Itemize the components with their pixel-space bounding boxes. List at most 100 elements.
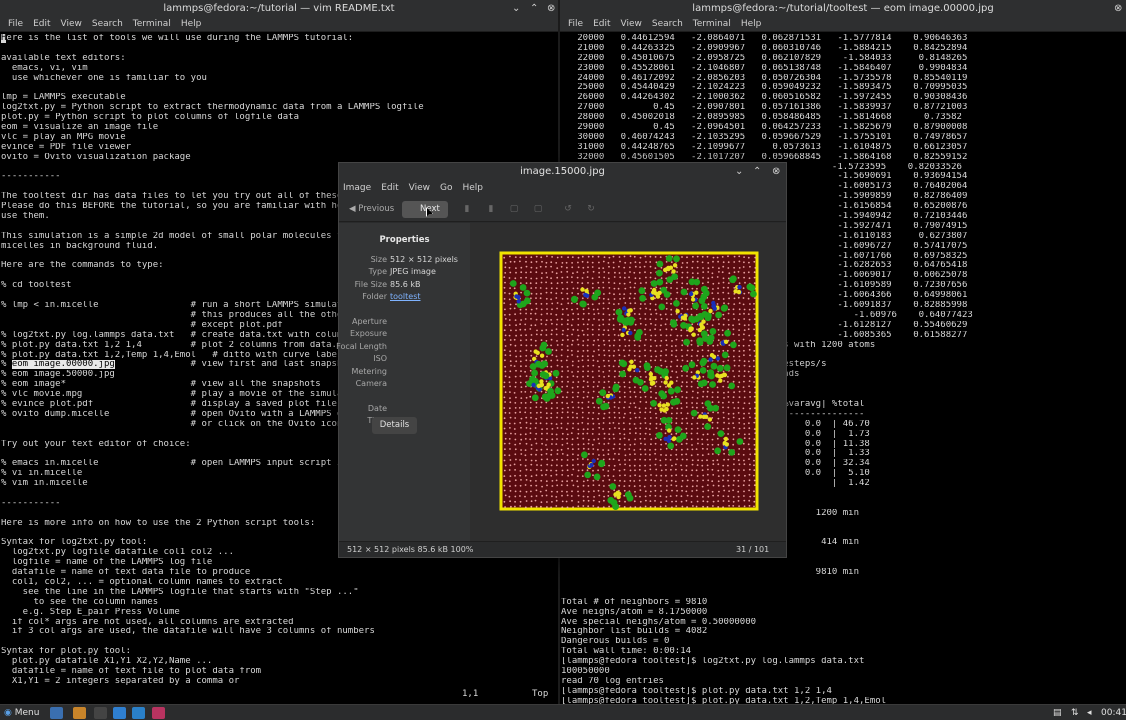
network-icon[interactable]: ⇅ <box>1071 707 1079 719</box>
right_terminal-menu-search[interactable]: Search <box>652 19 683 29</box>
vim-scroll-position: Top <box>532 689 549 699</box>
right-terminal-menubar: File Edit View Search Terminal Help <box>560 17 1126 32</box>
terminal-line: 26000 0.44264302 -2.1000362 0.060516582 … <box>561 93 968 103</box>
property-row: Metering <box>339 367 470 379</box>
eom-toolbar: ◀ Previous Next ▮ ▮ ▢ ▢ ↺ ↻ <box>339 196 786 222</box>
property-value: 85.6 kB <box>390 279 421 289</box>
next-button[interactable]: Next <box>402 201 448 218</box>
selected-text[interactable]: eom image.00000.jpg <box>11 360 115 370</box>
first-image-icon[interactable]: ▮ <box>461 203 473 215</box>
eom-menu-edit[interactable]: Edit <box>381 183 398 193</box>
terminal-line: 27000 0.45 -2.0907801 0.057161386 -1.583… <box>561 103 968 113</box>
vim-line: datafile = name of text data file to pro… <box>1 568 251 578</box>
eom-titlebar[interactable]: image.15000.jpg ⌄ ⌃ ⊗ <box>339 163 786 181</box>
terminal-line: [lammps@fedora tooltest]$ plot.py data.t… <box>561 686 832 696</box>
right_terminal-menu-terminal[interactable]: Terminal <box>693 19 731 29</box>
close-icon[interactable]: ⊗ <box>1114 0 1122 17</box>
show-desktop-icon[interactable] <box>50 707 63 719</box>
eom-menu-view[interactable]: View <box>409 183 430 193</box>
left-terminal-menubar: File Edit View Search Terminal Help <box>0 17 558 32</box>
previous-button[interactable]: ◀ Previous <box>349 201 394 218</box>
image-viewer-app-icon[interactable] <box>152 707 165 719</box>
file-manager-icon[interactable] <box>113 707 126 719</box>
terminal-line: Ave special neighs/atom = 0.50000000 <box>561 617 757 627</box>
menu-button[interactable]: ◉ Menu <box>4 707 39 719</box>
printer-icon[interactable]: ▤ <box>1053 707 1062 719</box>
folder-link[interactable]: tooltest <box>390 292 421 301</box>
property-key: Exposure <box>349 329 387 339</box>
minimize-icon[interactable]: ⌄ <box>512 0 520 17</box>
vim-line: eom = visualize an image file <box>1 123 159 133</box>
eom-menu-image[interactable]: Image <box>343 183 371 193</box>
close-icon[interactable]: ⊗ <box>772 163 780 181</box>
terminal-line: 22000 0.45010675 -2.0958725 0.062107829 … <box>561 53 968 63</box>
image-view[interactable] <box>470 223 786 543</box>
rotate-right-icon[interactable]: ↻ <box>585 203 597 215</box>
left_terminal-menu-terminal[interactable]: Terminal <box>133 19 171 29</box>
terminal-line: Neighbor list builds = 4082 <box>561 627 708 637</box>
volume-icon[interactable]: ◂ <box>1087 707 1092 719</box>
micelle-simulation-image <box>499 251 759 511</box>
right_terminal-menu-edit[interactable]: Edit <box>593 19 610 29</box>
eom-menu-help[interactable]: Help <box>462 183 483 193</box>
zoom-fit-icon[interactable]: ▢ <box>508 203 520 215</box>
property-row <box>339 305 470 317</box>
vim-line: log2txt.py = Python script to extract th… <box>1 103 424 113</box>
property-row: Size 512 × 512 pixels <box>339 255 470 267</box>
files-app-icon[interactable] <box>73 707 86 719</box>
vim-cursor: H <box>1 34 7 43</box>
property-row: Date <box>339 404 470 416</box>
terminal-line: 23000 0.45528061 -2.1046807 0.065138748 … <box>561 63 968 73</box>
right_terminal-menu-help[interactable]: Help <box>741 19 762 29</box>
left_terminal-menu-help[interactable]: Help <box>181 19 202 29</box>
vim-line: emacs, vi, vim <box>1 63 88 73</box>
terminal-line: 20000 0.44612594 -2.0864071 0.062871531 … <box>561 34 968 43</box>
property-key: Metering <box>351 366 387 376</box>
vscode-app-icon[interactable] <box>132 707 145 719</box>
left_terminal-menu-view[interactable]: View <box>61 19 82 29</box>
right_terminal-menu-file[interactable]: File <box>568 19 583 29</box>
terminal-line: 30000 0.46074243 -2.1035295 0.059667529 … <box>561 132 968 142</box>
vim-line: X1,Y1 = 2 integers separated by a comma … <box>1 676 240 686</box>
property-row: Focal Length <box>336 342 470 354</box>
eom-menu-go[interactable]: Go <box>440 183 452 193</box>
vim-line: logfile = name of the LAMMPS log file <box>1 558 213 568</box>
close-icon[interactable]: ⊗ <box>547 0 555 17</box>
right-terminal-titlebar[interactable]: lammps@fedora:~/tutorial/tooltest — eom … <box>560 0 1126 17</box>
previous-arrow-icon: ◀ <box>349 204 359 214</box>
eom-image-viewer-window[interactable]: image.15000.jpg ⌄ ⌃ ⊗ Image Edit View Go Hel… <box>336 162 787 558</box>
last-image-icon[interactable]: ▮ <box>485 203 497 215</box>
terminal-app-icon[interactable] <box>94 707 107 719</box>
property-key: Size <box>370 255 387 264</box>
right_terminal-menu-view[interactable]: View <box>621 19 642 29</box>
maximize-icon[interactable]: ⌃ <box>530 0 538 17</box>
vim-line: evince = PDF file viewer <box>1 142 132 152</box>
left-terminal-titlebar[interactable]: lammps@fedora:~/tutorial — vim README.tx… <box>0 0 558 17</box>
property-row: File Size 85.6 kB <box>339 280 470 292</box>
property-key: Type <box>368 267 387 277</box>
zoom-in-icon[interactable]: ▢ <box>532 203 544 215</box>
vim-line <box>1 83 558 93</box>
left_terminal-menu-search[interactable]: Search <box>92 19 123 29</box>
vim-line: Here is the list of tools we will use du… <box>1 34 354 43</box>
maximize-icon[interactable]: ⌃ <box>753 163 761 181</box>
property-row: Exposure <box>339 329 470 341</box>
minimize-icon[interactable]: ⌄ <box>735 163 743 181</box>
left_terminal-menu-file[interactable]: File <box>8 19 23 29</box>
vim-line: plot.py = Python script to plot columns … <box>1 113 300 123</box>
left_terminal-menu-edit[interactable]: Edit <box>33 19 50 29</box>
rotate-left-icon[interactable]: ↺ <box>562 203 574 215</box>
right-terminal-title: lammps@fedora:~/tutorial/tooltest — eom … <box>692 3 994 14</box>
terminal-line: read 70 log entries <box>561 676 664 686</box>
terminal-line: 100050000 <box>561 667 610 676</box>
vim-line: col1, col2, ... = optional column names … <box>1 577 283 587</box>
vim-statusline: 1,1 Top <box>0 689 558 701</box>
property-value: 512 × 512 pixels <box>390 255 458 264</box>
image-info-status: 512 × 512 pixels 85.6 kB 100% <box>347 545 474 554</box>
vim-line <box>1 637 558 647</box>
taskbar: ◉ Menu ▤ ⇅ ◂ 00:41 <box>0 704 1126 720</box>
details-button[interactable]: Details <box>372 417 417 434</box>
